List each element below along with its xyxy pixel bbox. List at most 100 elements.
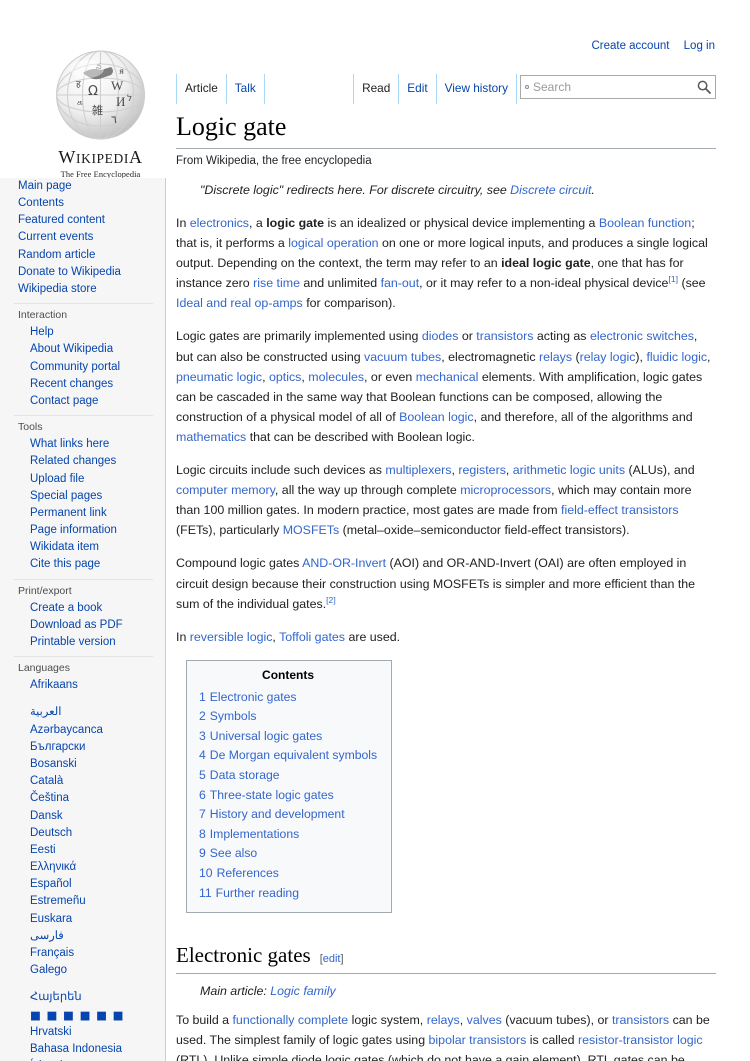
toc-link-1[interactable]: 1 Electronic gates (199, 690, 297, 704)
wiki-link[interactable]: field-effect transistors (561, 503, 679, 517)
language-link-21[interactable]: ■ ■ ■ ■ ■ ■ (0, 1007, 165, 1024)
toc-link-11[interactable]: 11 Further reading (199, 886, 299, 900)
toc-link-5[interactable]: 5 Data storage (199, 768, 280, 782)
toc-link-6[interactable]: 6 Three-state logic gates (199, 788, 334, 802)
reference-link[interactable]: [1] (668, 274, 678, 284)
language-link-16[interactable]: فارسی (0, 928, 165, 945)
language-link-12[interactable]: Ελληνικά (0, 859, 165, 876)
language-link-6[interactable]: Bosanski (0, 756, 165, 773)
reference-link[interactable]: [2] (326, 594, 336, 604)
language-link-23[interactable]: Bahasa Indonesia (0, 1041, 165, 1058)
wiki-link[interactable]: Boolean function (599, 216, 691, 230)
toc-link-2[interactable]: 2 Symbols (199, 709, 257, 723)
sidebar-item-tools-5[interactable]: Permanent link (0, 505, 165, 522)
main-article-link[interactable]: Logic family (270, 984, 335, 998)
sidebar-item-interaction-4[interactable]: Recent changes (0, 376, 165, 393)
sidebar-item-tools-4[interactable]: Special pages (0, 488, 165, 505)
language-link-15[interactable]: Euskara (0, 911, 165, 928)
language-link-4[interactable]: Azərbaycanca (0, 722, 165, 739)
toc-link-8[interactable]: 8 Implementations (199, 827, 299, 841)
search-box[interactable] (520, 75, 716, 99)
sidebar-item-7[interactable]: Wikipedia store (0, 281, 165, 298)
wikipedia-logo[interactable]: Ω W И 雑 ٦ ह க ל న я WIKIPEDIA The Free E… (35, 40, 166, 179)
sidebar-item-tools-2[interactable]: Related changes (0, 453, 165, 470)
sidebar-item-tools-7[interactable]: Wikidata item (0, 539, 165, 556)
wiki-link[interactable]: functionally complete (232, 1013, 348, 1027)
toc-link-9[interactable]: 9 See also (199, 846, 257, 860)
language-link-3[interactable]: العربية (0, 705, 165, 722)
sidebar-item-print-1[interactable]: Create a book (0, 600, 165, 617)
wiki-link[interactable]: logical operation (288, 236, 378, 250)
hatnote-link[interactable]: Discrete circuit (510, 183, 591, 197)
wiki-link[interactable]: diodes (422, 329, 459, 343)
sidebar-item-interaction-3[interactable]: Community portal (0, 359, 165, 376)
wiki-link[interactable]: AND-OR-Invert (302, 556, 386, 570)
wiki-link[interactable]: mechanical (416, 370, 479, 384)
wiki-link[interactable]: fluidic logic (646, 350, 707, 364)
sidebar-item-6[interactable]: Donate to Wikipedia (0, 264, 165, 281)
wiki-link[interactable]: vacuum tubes (364, 350, 441, 364)
language-link-5[interactable]: Български (0, 739, 165, 756)
language-link-11[interactable]: Eesti (0, 842, 165, 859)
wiki-link[interactable]: mathematics (176, 430, 246, 444)
wiki-link[interactable]: Ideal and real op-amps (176, 296, 303, 310)
sidebar-item-1[interactable]: Main page (0, 178, 165, 195)
sidebar-item-interaction-2[interactable]: About Wikipedia (0, 342, 165, 359)
reference-marker[interactable]: [2] (326, 594, 336, 604)
wiki-link[interactable]: multiplexers (385, 463, 451, 477)
wiki-link[interactable]: reversible logic (190, 630, 273, 644)
sidebar-item-tools-1[interactable]: What links here (0, 436, 165, 453)
language-link-10[interactable]: Deutsch (0, 825, 165, 842)
sidebar-item-interaction-1[interactable]: Help (0, 324, 165, 341)
create-account-link[interactable]: Create account (591, 40, 669, 52)
wiki-link[interactable]: arithmetic logic units (513, 463, 625, 477)
tab-article[interactable]: Article (176, 74, 227, 104)
toc-link-3[interactable]: 3 Universal logic gates (199, 729, 322, 743)
wiki-link[interactable]: Boolean logic (399, 410, 473, 424)
wiki-link[interactable]: molecules (308, 370, 364, 384)
sidebar-item-tools-6[interactable]: Page information (0, 522, 165, 539)
toc-link-4[interactable]: 4 De Morgan equivalent symbols (199, 748, 377, 762)
tab-read[interactable]: Read (353, 74, 400, 104)
sidebar-item-4[interactable]: Current events (0, 230, 165, 247)
wiki-link[interactable]: resistor-transistor logic (578, 1033, 703, 1047)
sidebar-item-2[interactable]: Contents (0, 195, 165, 212)
sidebar-item-print-2[interactable]: Download as PDF (0, 617, 165, 634)
language-link-20[interactable]: Հայերեն (0, 990, 165, 1007)
wiki-link[interactable]: Toffoli gates (279, 630, 345, 644)
sidebar-item-tools-8[interactable]: Cite this page (0, 557, 165, 574)
sidebar-item-5[interactable]: Random article (0, 247, 165, 264)
language-link-13[interactable]: Español (0, 876, 165, 893)
wiki-link[interactable]: relays (427, 1013, 460, 1027)
language-link-9[interactable]: Dansk (0, 808, 165, 825)
wiki-link[interactable]: rise time (253, 276, 300, 290)
wiki-link[interactable]: fan-out (381, 276, 420, 290)
sidebar-item-3[interactable]: Featured content (0, 212, 165, 229)
wiki-link[interactable]: transistors (476, 329, 533, 343)
wiki-link[interactable]: bipolar transistors (429, 1033, 527, 1047)
log-in-link[interactable]: Log in (684, 40, 715, 52)
sidebar-item-tools-3[interactable]: Upload file (0, 471, 165, 488)
sidebar-item-print-3[interactable]: Printable version (0, 634, 165, 651)
language-link-14[interactable]: Estremeñu (0, 894, 165, 911)
toc-link-7[interactable]: 7 History and development (199, 807, 345, 821)
language-link-1[interactable]: Afrikaans (0, 677, 165, 694)
wiki-link[interactable]: MOSFETs (283, 523, 339, 537)
wiki-link[interactable]: relay logic (580, 350, 636, 364)
reference-marker[interactable]: [1] (668, 274, 678, 284)
search-icon[interactable] (692, 76, 715, 98)
language-link-22[interactable]: Hrvatski (0, 1024, 165, 1041)
wiki-link[interactable]: optics (269, 370, 301, 384)
wiki-link[interactable]: relays (539, 350, 572, 364)
tab-view-history[interactable]: View history (435, 74, 517, 104)
wiki-link[interactable]: transistors (612, 1013, 669, 1027)
toc-link-10[interactable]: 10 References (199, 866, 279, 880)
wiki-link[interactable]: electronic switches (590, 329, 694, 343)
tab-edit[interactable]: Edit (398, 74, 437, 104)
wiki-link[interactable]: pneumatic logic (176, 370, 262, 384)
language-link-18[interactable]: Galego (0, 962, 165, 979)
sidebar-item-interaction-5[interactable]: Contact page (0, 393, 165, 410)
language-link-17[interactable]: Français (0, 945, 165, 962)
wiki-link[interactable]: computer memory (176, 483, 275, 497)
wiki-link[interactable]: electronics (190, 216, 249, 230)
